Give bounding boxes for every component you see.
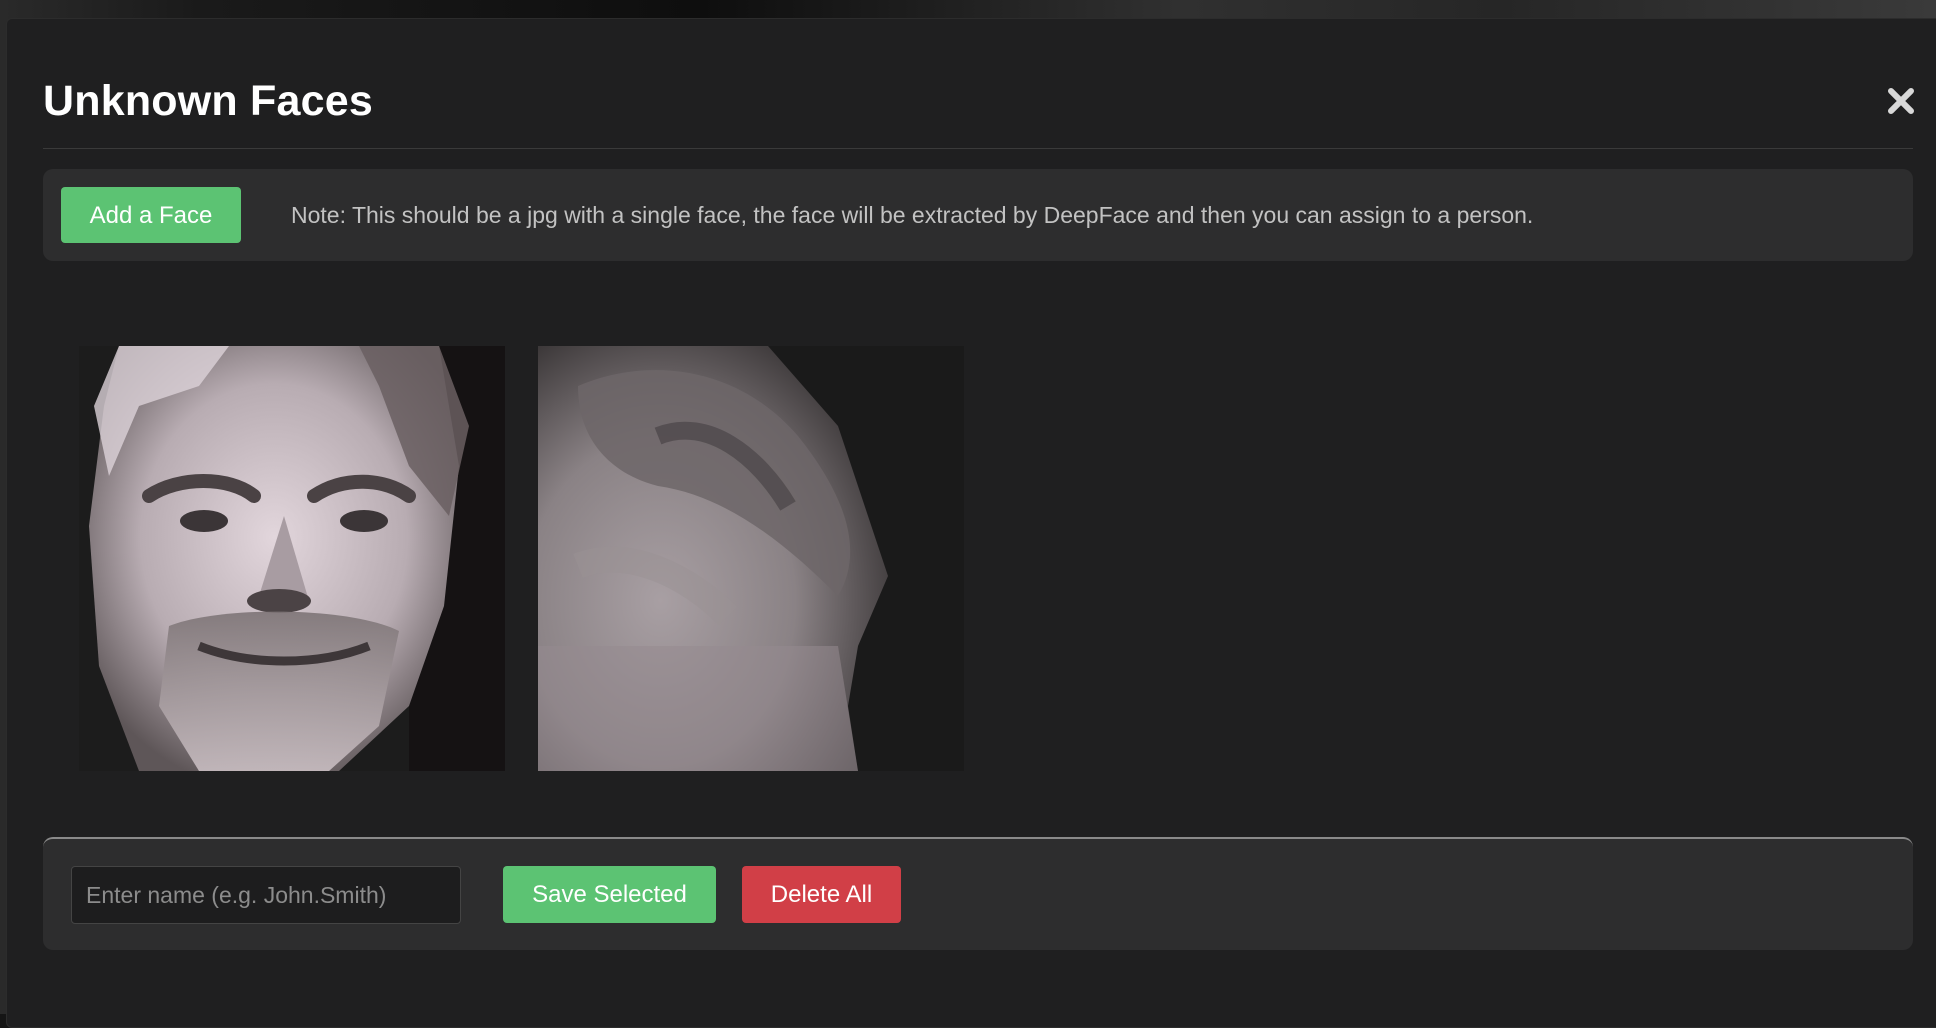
- unknown-faces-modal: Unknown Faces Add a Face Note: This shou…: [6, 18, 1936, 1028]
- modal-header: Unknown Faces: [43, 49, 1914, 149]
- save-selected-button[interactable]: Save Selected: [503, 866, 716, 923]
- delete-all-button[interactable]: Delete All: [742, 866, 901, 923]
- face-image: [79, 346, 505, 771]
- close-button[interactable]: [1883, 83, 1919, 119]
- add-face-button[interactable]: Add a Face: [61, 187, 241, 243]
- face-thumbnail-1[interactable]: [79, 346, 505, 771]
- add-face-note: Note: This should be a jpg with a single…: [291, 202, 1534, 228]
- name-input[interactable]: [71, 866, 461, 924]
- face-thumbnail-2[interactable]: [538, 346, 964, 771]
- assign-face-bar: Save Selected Delete All: [43, 837, 1913, 950]
- modal-title: Unknown Faces: [43, 77, 373, 125]
- add-face-panel: Add a Face Note: This should be a jpg wi…: [43, 169, 1913, 261]
- face-image: [538, 346, 964, 771]
- close-icon: [1888, 88, 1914, 114]
